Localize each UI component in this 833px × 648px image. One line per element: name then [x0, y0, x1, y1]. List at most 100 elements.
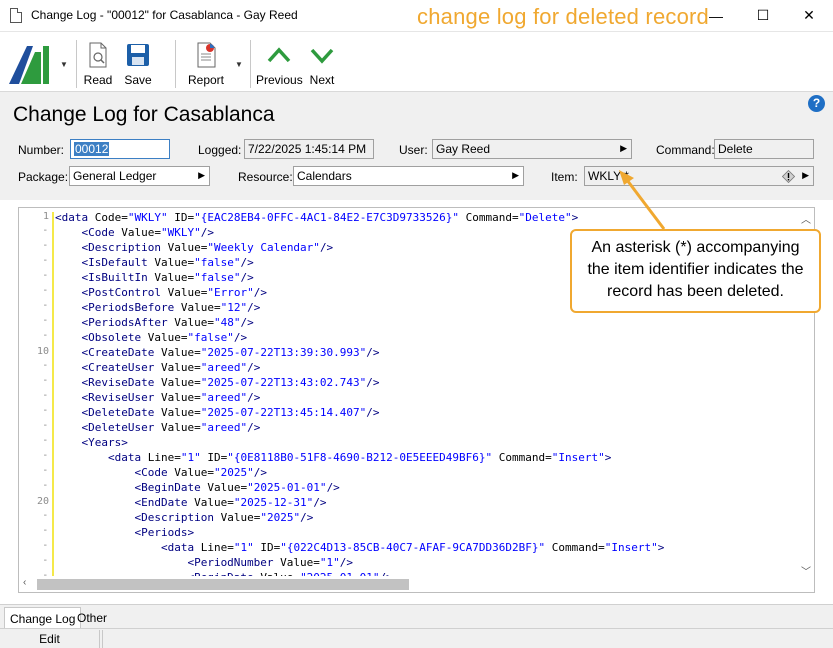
code-token: <PostControl	[55, 286, 168, 299]
code-token: <Description	[55, 511, 221, 524]
user-arrow-icon: ▶	[620, 143, 627, 153]
code-token: "2025-07-22T13:43:02.743"	[200, 376, 367, 389]
previous-arrow-icon	[267, 47, 291, 63]
code-token: <CreateDate	[55, 346, 161, 359]
maximize-button[interactable]: ☐	[740, 0, 786, 31]
gutter-dash: -	[43, 375, 47, 386]
close-button[interactable]: ✕	[786, 0, 832, 31]
code-token: Command=	[492, 451, 552, 464]
code-token: />	[366, 376, 380, 389]
next-arrow-icon	[310, 48, 334, 64]
resource-arrow-icon: ▶	[512, 170, 519, 180]
toolbar-separator	[250, 40, 251, 88]
gutter-dash: -	[43, 450, 47, 461]
code-token: "2025"	[213, 466, 254, 479]
code-token: "{0E8118B0-51F8-4690-B212-0E5EEED49BF6}"	[227, 451, 493, 464]
code-token: "2025-07-22T13:45:14.407"	[200, 406, 367, 419]
code-token: Code=	[94, 211, 128, 224]
next-button[interactable]: Next	[306, 42, 338, 88]
gutter-dash: -	[43, 465, 47, 476]
horizontal-scroll-thumb[interactable]	[37, 579, 409, 590]
app-logo-icon[interactable]	[7, 42, 51, 86]
gutter-dash: -	[43, 255, 47, 266]
code-line: <Years>	[55, 435, 664, 450]
code-token: Line=	[147, 451, 181, 464]
gutter-dash: -	[43, 555, 47, 566]
gutter-dash: -	[43, 420, 47, 431]
item-field[interactable]: WKLY * ▶	[584, 166, 814, 186]
logged-field: 7/22/2025 1:45:14 PM	[244, 139, 374, 159]
package-arrow-icon: ▶	[198, 170, 205, 180]
logo-dropdown-icon[interactable]: ▼	[60, 60, 68, 69]
line-number: 10	[36, 346, 49, 357]
code-token: "WKLY"	[160, 226, 201, 239]
gutter-dash: -	[43, 240, 47, 251]
code-token: "Delete"	[518, 211, 572, 224]
line-number-gutter: 1 10 20 ----------------------	[19, 208, 51, 581]
code-token: />	[326, 481, 340, 494]
resource-label: Resource:	[238, 170, 293, 184]
line-number: 1	[42, 211, 49, 222]
code-token: />	[253, 286, 267, 299]
next-label: Next	[309, 73, 335, 87]
item-label: Item:	[551, 170, 578, 184]
code-token: />	[200, 226, 214, 239]
report-dropdown-icon[interactable]: ▼	[235, 60, 243, 69]
gutter-dash: -	[43, 300, 47, 311]
code-token: <CreateUser	[55, 361, 161, 374]
save-button[interactable]: Save	[121, 42, 155, 88]
code-token: Command=	[459, 211, 519, 224]
code-token: Value=	[174, 466, 214, 479]
code-token: "2025"	[260, 511, 301, 524]
code-token: "1"	[319, 556, 340, 569]
code-token: />	[240, 316, 254, 329]
change-marker-bar	[52, 212, 54, 578]
code-token: <DeleteDate	[55, 406, 161, 419]
code-token: "2025-01-01"	[247, 481, 327, 494]
read-icon	[89, 42, 107, 68]
code-token: <PeriodNumber	[55, 556, 281, 569]
report-label: Report	[187, 73, 225, 87]
code-token: />	[233, 331, 248, 344]
scroll-left-icon[interactable]: ‹	[23, 577, 26, 588]
help-icon[interactable]: ?	[808, 95, 825, 112]
code-token: Line=	[200, 541, 234, 554]
scroll-up-icon[interactable]: ︿	[801, 211, 811, 226]
horizontal-scrollbar[interactable]: ‹	[19, 576, 799, 592]
previous-button[interactable]: Previous	[256, 42, 303, 88]
code-token: "2025-07-22T13:39:30.993"	[200, 346, 367, 359]
code-token: Value=	[174, 316, 214, 329]
resource-field[interactable]: Calendars ▶	[293, 166, 524, 186]
code-token: Value=	[167, 286, 208, 299]
command-field: Delete	[714, 139, 814, 159]
tab-other[interactable]: Other	[72, 607, 112, 629]
package-field[interactable]: General Ledger ▶	[69, 166, 210, 186]
tab-change-log[interactable]: Change Log	[4, 607, 82, 629]
code-token: Value=	[220, 511, 261, 524]
gutter-dash: -	[43, 405, 47, 416]
code-token: "areed"	[200, 391, 248, 404]
code-token: />	[253, 466, 267, 479]
code-token: <data	[55, 211, 95, 224]
code-token: <Description	[55, 241, 168, 254]
user-field[interactable]: Gay Reed ▶	[432, 139, 632, 159]
gutter-dash: -	[43, 435, 47, 446]
status-bar: Edit	[0, 628, 833, 648]
number-label: Number:	[18, 143, 65, 157]
read-label: Read	[83, 73, 113, 87]
scroll-down-icon[interactable]: ﹀	[801, 563, 811, 578]
gutter-dash: -	[43, 330, 47, 341]
warning-diamond-icon	[782, 170, 795, 183]
item-value: WKLY *	[588, 169, 629, 183]
minimize-button[interactable]: —	[693, 0, 739, 31]
read-button[interactable]: Read	[82, 42, 114, 88]
code-token: />	[366, 406, 380, 419]
code-line: <ReviseDate Value="2025-07-22T13:43:02.7…	[55, 375, 664, 390]
code-token: Value=	[154, 256, 195, 269]
status-panel	[102, 630, 822, 648]
report-button[interactable]: Report	[186, 42, 226, 88]
save-label: Save	[124, 73, 152, 87]
code-token: <Code	[55, 226, 122, 239]
code-token: "Insert"	[604, 541, 658, 554]
number-field[interactable]: 00012	[70, 139, 170, 159]
